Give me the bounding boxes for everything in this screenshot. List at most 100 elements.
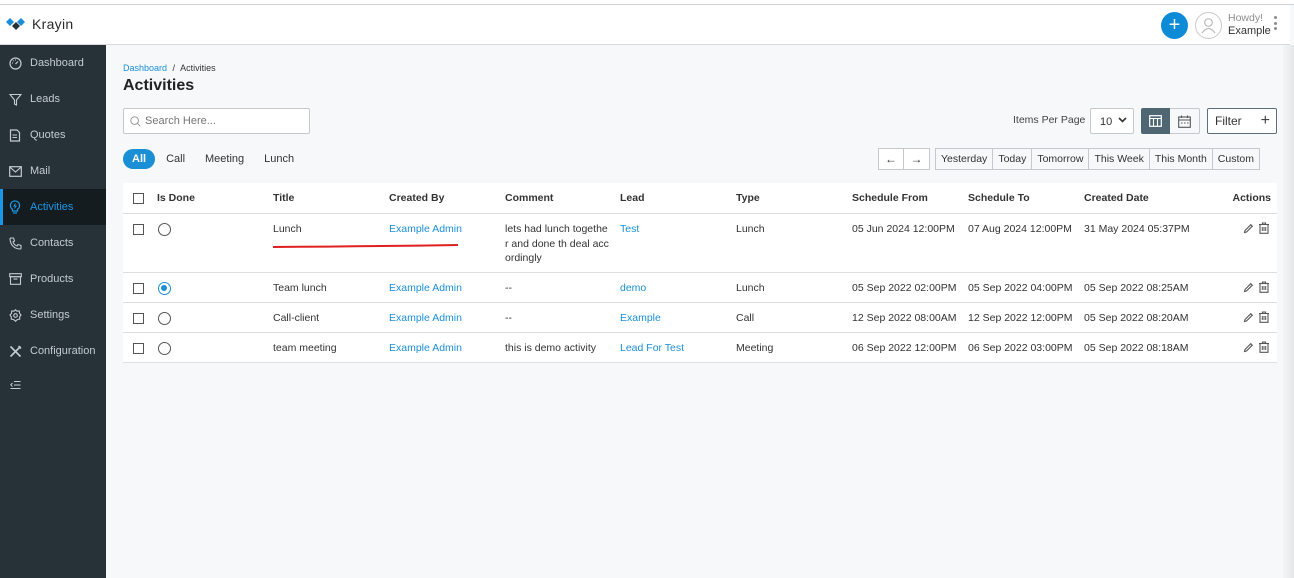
column-type[interactable]: Type (736, 192, 760, 204)
column-created-by[interactable]: Created By (389, 192, 444, 204)
items-per-page-select[interactable]: 10 (1090, 108, 1134, 134)
row-actions (1243, 281, 1270, 296)
created-date: 05 Sep 2022 08:20AM (1084, 312, 1189, 324)
page-scrollbar[interactable] (1283, 45, 1294, 578)
tab-meeting[interactable]: Meeting (196, 149, 253, 169)
tab-call[interactable]: Call (157, 149, 194, 169)
delete-icon[interactable] (1258, 281, 1270, 296)
sidebar-item-quotes[interactable]: Quotes (0, 117, 106, 153)
page-title: Activities (123, 77, 195, 94)
is-done-radio[interactable] (158, 342, 171, 355)
sidebar-item-products[interactable]: Products (0, 261, 106, 297)
is-done-radio[interactable] (158, 312, 171, 325)
range-yesterday[interactable]: Yesterday (935, 148, 994, 170)
is-done-radio[interactable] (158, 282, 171, 295)
delete-icon[interactable] (1258, 222, 1270, 237)
edit-icon[interactable] (1243, 312, 1254, 326)
sidebar-item-mail[interactable]: Mail (0, 153, 106, 189)
lead-link[interactable]: Example (620, 312, 661, 324)
tab-lunch[interactable]: Lunch (255, 149, 303, 169)
box-icon (8, 272, 22, 286)
row-actions (1243, 311, 1270, 326)
tab-all[interactable]: All (123, 149, 156, 169)
search-box[interactable] (123, 108, 310, 134)
lead-link[interactable]: Lead For Test (620, 342, 684, 354)
sidebar-item-label: Products (30, 273, 74, 285)
created-date: 05 Sep 2022 08:25AM (1084, 282, 1189, 294)
edit-icon[interactable] (1243, 282, 1254, 296)
edit-icon[interactable] (1243, 223, 1254, 237)
range-this-week[interactable]: This Week (1089, 148, 1150, 170)
sidebar: Dashboard Leads Quotes Mail Activities C… (0, 45, 106, 578)
activity-type: Lunch (736, 223, 765, 235)
activity-title: Lunch (273, 223, 302, 235)
lead-link[interactable]: demo (620, 282, 646, 294)
sidebar-item-settings[interactable]: Settings (0, 297, 106, 333)
sidebar-item-leads[interactable]: Leads (0, 81, 106, 117)
sidebar-item-dashboard[interactable]: Dashboard (0, 45, 106, 81)
user-name[interactable]: Example (1228, 25, 1271, 37)
sidebar-collapse-button[interactable] (0, 367, 106, 403)
row-checkbox[interactable] (133, 343, 144, 354)
range-tomorrow[interactable]: Tomorrow (1032, 148, 1090, 170)
schedule-to: 07 Aug 2024 12:00PM (968, 223, 1072, 235)
gear-icon (8, 308, 22, 322)
row-checkbox[interactable] (133, 224, 144, 235)
table-row: team meeting Example Admin this is demo ac… (123, 333, 1277, 363)
column-lead[interactable]: Lead (620, 192, 645, 204)
activity-type: Meeting (736, 342, 774, 354)
next-period-button[interactable]: → (904, 148, 930, 170)
schedule-from: 06 Sep 2022 12:00PM (852, 342, 957, 354)
delete-icon[interactable] (1258, 341, 1270, 356)
breadcrumb: Dashboard / Activities (123, 63, 216, 73)
sidebar-item-contacts[interactable]: Contacts (0, 225, 106, 261)
column-comment[interactable]: Comment (505, 192, 553, 204)
calendar-view-button[interactable] (1170, 108, 1200, 134)
search-input[interactable] (145, 115, 295, 127)
quick-add-button[interactable]: + (1161, 12, 1188, 39)
document-icon (8, 128, 22, 142)
previous-period-button[interactable]: ← (878, 148, 904, 170)
range-today[interactable]: Today (993, 148, 1033, 170)
column-schedule-to[interactable]: Schedule To (968, 192, 1030, 204)
range-this-month[interactable]: This Month (1149, 148, 1213, 170)
created-date: 31 May 2024 05:37PM (1084, 223, 1190, 235)
range-custom[interactable]: Custom (1212, 148, 1260, 170)
column-created-date[interactable]: Created Date (1084, 192, 1149, 204)
created-by-link[interactable]: Example Admin (389, 312, 462, 324)
greeting-text: Howdy! (1228, 12, 1264, 24)
sidebar-item-label: Quotes (30, 129, 66, 141)
column-schedule-from[interactable]: Schedule From (852, 192, 928, 204)
row-checkbox[interactable] (133, 283, 144, 294)
is-done-radio[interactable] (158, 223, 171, 236)
column-is-done[interactable]: Is Done (157, 192, 195, 204)
created-by-link[interactable]: Example Admin (389, 342, 462, 354)
schedule-from: 05 Sep 2022 02:00PM (852, 282, 957, 294)
activity-comment: this is demo activity (505, 342, 597, 354)
edit-icon[interactable] (1243, 342, 1254, 356)
row-checkbox[interactable] (133, 313, 144, 324)
created-by-link[interactable]: Example Admin (389, 223, 462, 235)
sidebar-item-label: Settings (30, 309, 70, 321)
app-logo[interactable]: Krayin (6, 16, 73, 32)
column-title[interactable]: Title (273, 192, 294, 204)
lead-link[interactable]: Test (620, 223, 639, 235)
breadcrumb-dashboard-link[interactable]: Dashboard (123, 63, 167, 73)
sidebar-item-configuration[interactable]: Configuration (0, 333, 106, 369)
mail-icon (8, 164, 22, 178)
tools-icon (8, 344, 22, 358)
calendar-icon (1178, 115, 1191, 128)
user-avatar[interactable] (1195, 12, 1222, 39)
created-by-link[interactable]: Example Admin (389, 282, 462, 294)
sidebar-item-activities[interactable]: Activities (0, 189, 106, 225)
delete-icon[interactable] (1258, 311, 1270, 326)
table-body: Lunch Example Admin lets had lunch togethe… (123, 214, 1277, 363)
table-view-button[interactable] (1141, 108, 1170, 134)
filter-icon (8, 92, 22, 106)
filter-button[interactable]: Filter + (1207, 108, 1277, 134)
activity-type: Call (736, 312, 755, 324)
filter-label: Filter (1215, 114, 1242, 128)
more-options-icon[interactable] (1273, 16, 1279, 34)
breadcrumb-separator: / (172, 63, 176, 73)
select-all-checkbox[interactable] (133, 193, 144, 204)
